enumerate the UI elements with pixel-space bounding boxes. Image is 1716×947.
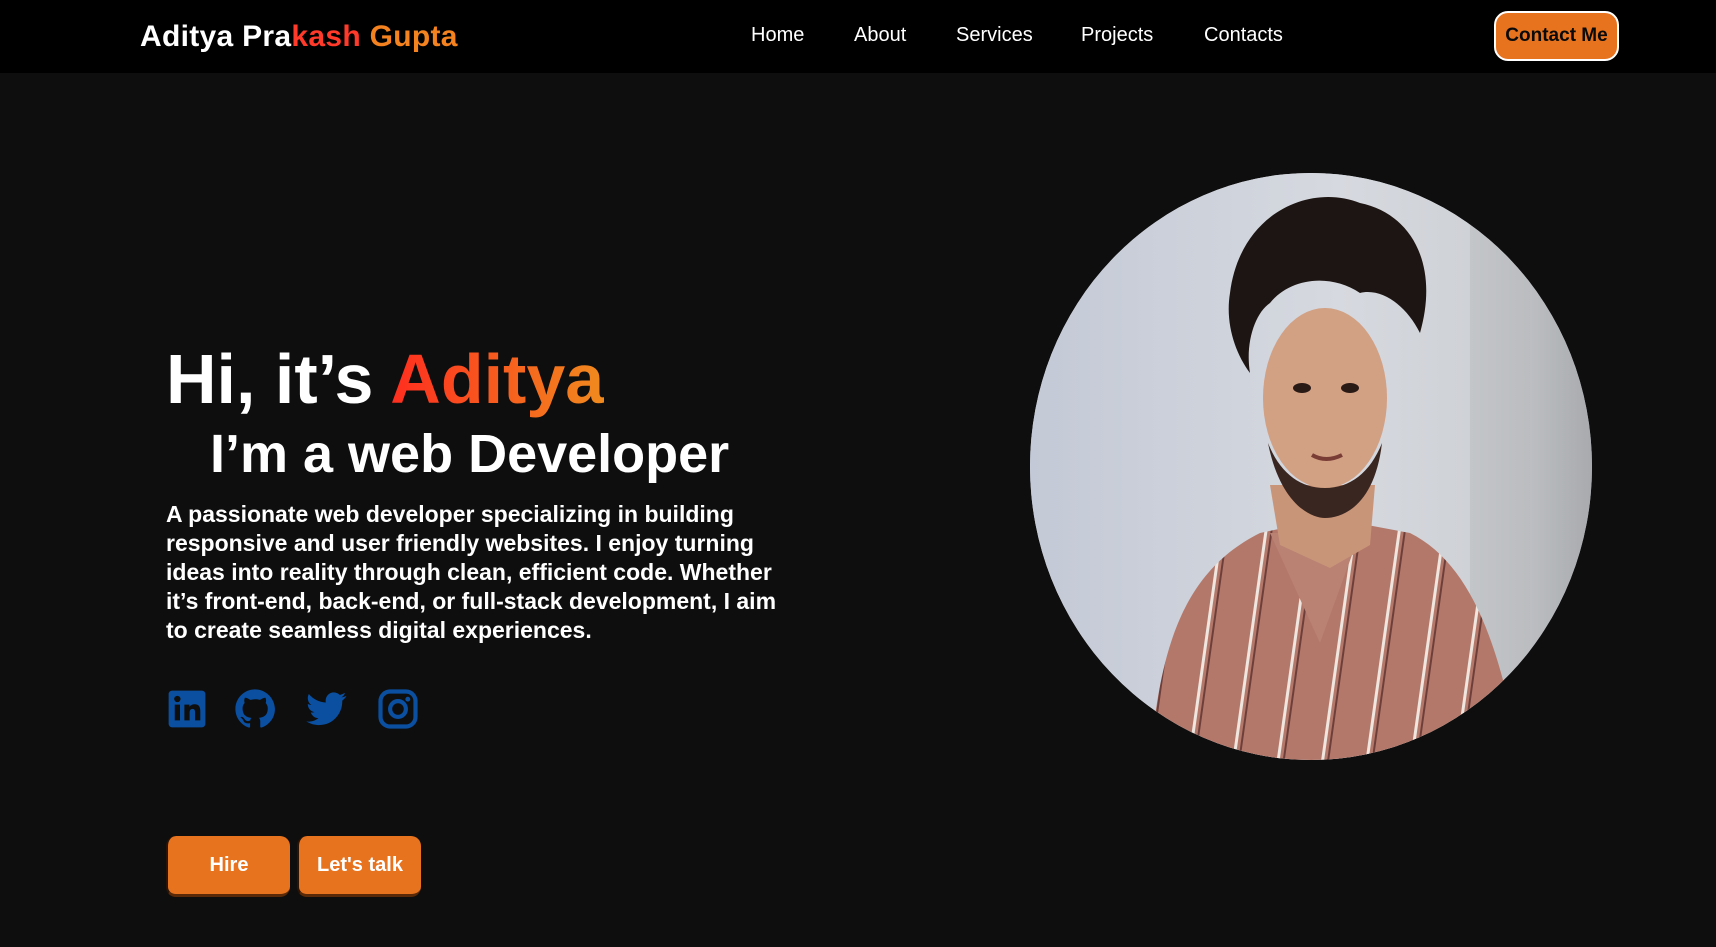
- brand-middle: kash: [291, 20, 370, 53]
- hero-greeting: Hi, it’s: [166, 340, 391, 418]
- twitter-icon[interactable]: [305, 688, 347, 730]
- brand-first: Aditya Pra: [140, 20, 292, 53]
- linkedin-icon[interactable]: [166, 688, 208, 730]
- nav-contacts[interactable]: Contacts: [1204, 24, 1283, 47]
- hire-button[interactable]: Hire: [166, 836, 290, 897]
- hero-description: A passionate web developer specializing …: [166, 501, 777, 643]
- brand-logo[interactable]: Aditya Prakash Gupta: [140, 20, 458, 54]
- navbar: Aditya Prakash Gupta Home About Services…: [0, 0, 1716, 73]
- contact-me-button[interactable]: Contact Me: [1494, 11, 1619, 61]
- profile-photo: [1030, 173, 1592, 760]
- hero-title: Hi, it’s Aditya: [166, 338, 604, 420]
- hero-name: Aditya: [390, 340, 605, 418]
- instagram-icon[interactable]: [377, 688, 419, 730]
- brand-last: Gupta: [369, 20, 458, 53]
- nav-projects[interactable]: Projects: [1081, 24, 1153, 47]
- nav-home[interactable]: Home: [751, 24, 804, 47]
- lets-talk-button[interactable]: Let's talk: [297, 836, 421, 897]
- github-icon[interactable]: [234, 688, 276, 730]
- profile-photo-illustration: [1030, 173, 1592, 760]
- nav-about[interactable]: About: [854, 24, 906, 47]
- hero-subtitle: I’m a web Developer: [210, 424, 730, 484]
- nav-services[interactable]: Services: [956, 24, 1033, 47]
